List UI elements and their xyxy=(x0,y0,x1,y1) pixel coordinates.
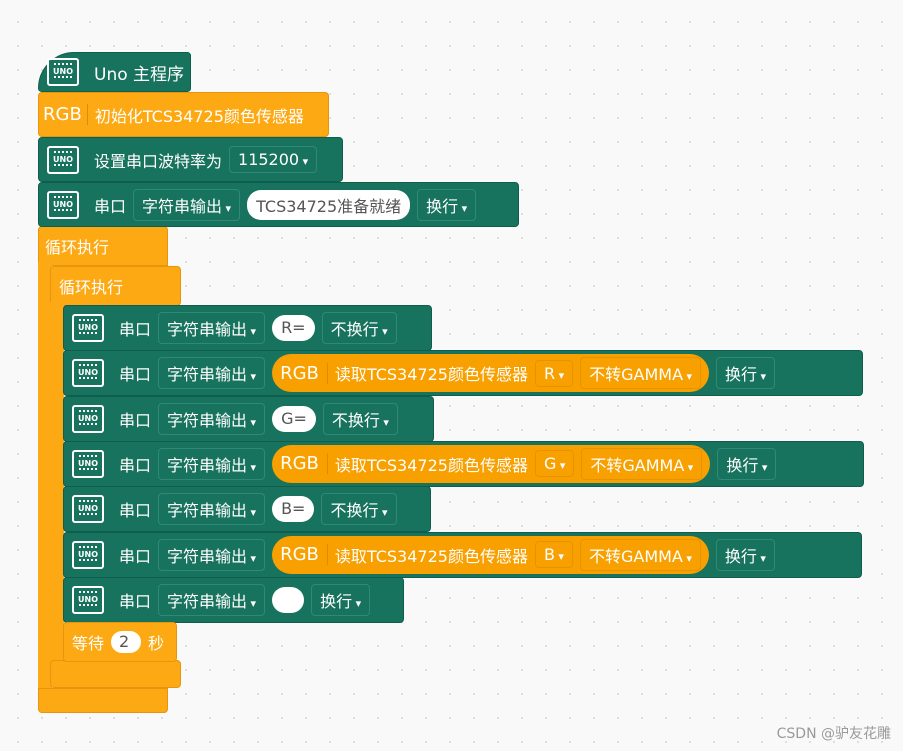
read-color-sensor-reporter[interactable]: RGB 读取TCS34725颜色传感器 G不转GAMMA xyxy=(272,444,711,483)
outer-loop-label: 循环执行 xyxy=(45,238,110,257)
uno-board-icon: UNO xyxy=(47,145,79,174)
serial-label: 串口 xyxy=(119,591,152,611)
uno-text: UNO xyxy=(78,368,98,378)
newline-dropdown[interactable]: 不换行 xyxy=(322,402,398,435)
output-mode-dropdown[interactable]: 字符串输出 xyxy=(158,538,266,571)
serial-print-block[interactable]: UNO 串口字符串输出G=不换行 xyxy=(63,395,434,442)
inner-loop-block[interactable]: 循环执行 xyxy=(50,266,181,306)
uno-board-icon: UNO xyxy=(47,58,79,86)
uno-text: UNO xyxy=(78,413,98,423)
serial-print-block[interactable]: UNO 串口字符串输出R=不换行 xyxy=(63,305,432,351)
newline-dropdown[interactable]: 不换行 xyxy=(321,493,397,526)
serial-print-block[interactable]: UNO 串口字符串输出B=不换行 xyxy=(63,486,431,533)
uno-board-icon: UNO xyxy=(72,540,104,569)
newline-dropdown[interactable]: 换行 xyxy=(717,447,777,480)
output-mode-dropdown[interactable]: 字符串输出 xyxy=(133,188,241,221)
uno-board-icon: UNO xyxy=(72,449,104,478)
output-mode-dropdown[interactable]: 字符串输出 xyxy=(158,312,266,344)
newline-dropdown[interactable]: 换行 xyxy=(716,357,776,390)
baud-label: 设置串口波特率为 xyxy=(94,151,223,171)
uno-text: UNO xyxy=(78,458,98,468)
serial-print-block[interactable]: UNO 串口字符串输出 换行 xyxy=(63,576,404,623)
sensor-read-label: 读取TCS34725颜色传感器 xyxy=(334,546,528,566)
uno-board-icon: UNO xyxy=(72,495,104,524)
watermark: CSDN @驴友花雕 xyxy=(776,726,891,742)
newline-dropdown[interactable]: 换行 xyxy=(417,188,477,221)
baud-rate-dropdown[interactable]: 115200 xyxy=(229,146,318,173)
uno-board-icon: UNO xyxy=(72,585,104,614)
rgb-tag: RGB xyxy=(280,453,328,475)
read-color-sensor-reporter[interactable]: RGB 读取TCS34725颜色传感器 R不转GAMMA xyxy=(272,354,710,393)
uno-board-icon: UNO xyxy=(72,314,104,342)
inner-loop-label: 循环执行 xyxy=(59,278,124,297)
serial-label: 串口 xyxy=(119,501,152,521)
inner-loop-arm xyxy=(50,302,64,664)
output-mode-dropdown[interactable]: 字符串输出 xyxy=(158,493,266,526)
wait-unit: 秒 xyxy=(148,634,165,653)
rgb-tag: RGB xyxy=(280,362,328,384)
text-input[interactable]: R= xyxy=(272,315,315,341)
text-input[interactable]: TCS34725准备就绪 xyxy=(247,189,411,220)
output-mode-dropdown[interactable]: 字符串输出 xyxy=(158,447,266,480)
uno-board-icon: UNO xyxy=(72,359,104,388)
text-input[interactable] xyxy=(272,586,305,613)
wait-seconds-input[interactable]: 2 xyxy=(111,631,142,653)
init-label: 初始化TCS34725颜色传感器 xyxy=(94,106,304,126)
text-input[interactable]: G= xyxy=(272,405,316,432)
output-mode-dropdown[interactable]: 字符串输出 xyxy=(158,357,266,390)
gamma-dropdown[interactable]: 不转GAMMA xyxy=(579,538,701,571)
serial-print-block[interactable]: UNO 串口字符串输出 RGB 读取TCS34725颜色传感器 B不转GAMMA 换行 xyxy=(63,531,862,578)
gamma-dropdown[interactable]: 不转GAMMA xyxy=(581,447,703,480)
serial-label: 串口 xyxy=(119,455,152,475)
serial-label: 串口 xyxy=(119,546,152,566)
serial-label: 串口 xyxy=(94,196,127,216)
set-baud-block[interactable]: UNO 设置串口波特率为 115200 xyxy=(38,137,343,182)
sensor-read-label: 读取TCS34725颜色传感器 xyxy=(334,455,528,475)
uno-text: UNO xyxy=(78,594,98,604)
hat-label: Uno 主程序 xyxy=(94,64,185,85)
rgb-tag: RGB xyxy=(280,544,328,565)
output-mode-dropdown[interactable]: 字符串输出 xyxy=(158,583,266,616)
inner-loop-bottom xyxy=(50,660,181,688)
serial-print-block[interactable]: UNO 串口字符串输出 RGB 读取TCS34725颜色传感器 G不转GAMMA 换行 xyxy=(63,440,864,487)
main-program-hat-block[interactable]: UNO Uno 主程序 xyxy=(38,52,191,92)
serial-print-block[interactable]: UNO 串口字符串输出 RGB 读取TCS34725颜色传感器 R不转GAMMA 换行 xyxy=(63,350,863,397)
uno-text: UNO xyxy=(78,323,98,332)
output-mode-dropdown[interactable]: 字符串输出 xyxy=(158,402,266,435)
channel-dropdown[interactable]: B xyxy=(534,541,573,568)
newline-dropdown[interactable]: 不换行 xyxy=(321,312,397,344)
newline-dropdown[interactable]: 换行 xyxy=(311,583,371,616)
text-input[interactable]: B= xyxy=(272,496,315,523)
serial-label: 串口 xyxy=(119,320,152,339)
wait-block[interactable]: 等待 2 秒 xyxy=(63,622,177,662)
read-color-sensor-reporter[interactable]: RGB 读取TCS34725颜色传感器 B不转GAMMA xyxy=(272,535,709,574)
wait-label: 等待 xyxy=(72,634,105,653)
uno-text: UNO xyxy=(78,504,98,514)
uno-board-icon: UNO xyxy=(72,404,104,433)
channel-dropdown[interactable]: R xyxy=(534,359,574,387)
channel-dropdown[interactable]: G xyxy=(534,450,575,478)
outer-loop-bottom xyxy=(38,688,168,713)
uno-board-icon: UNO xyxy=(47,190,79,219)
serial-label: 串口 xyxy=(119,410,152,430)
gamma-dropdown[interactable]: 不转GAMMA xyxy=(580,357,702,390)
serial-label: 串口 xyxy=(119,365,152,385)
sensor-read-label: 读取TCS34725颜色传感器 xyxy=(334,365,528,385)
serial-print-ready-block[interactable]: UNO 串口 字符串输出 TCS34725准备就绪 换行 xyxy=(38,182,519,227)
outer-loop-block[interactable]: 循环执行 xyxy=(38,226,168,266)
init-sensor-block[interactable]: RGB 初始化TCS34725颜色传感器 xyxy=(38,92,329,137)
rgb-tag: RGB xyxy=(43,104,88,125)
uno-text: UNO xyxy=(78,549,98,559)
newline-dropdown[interactable]: 换行 xyxy=(715,538,775,571)
